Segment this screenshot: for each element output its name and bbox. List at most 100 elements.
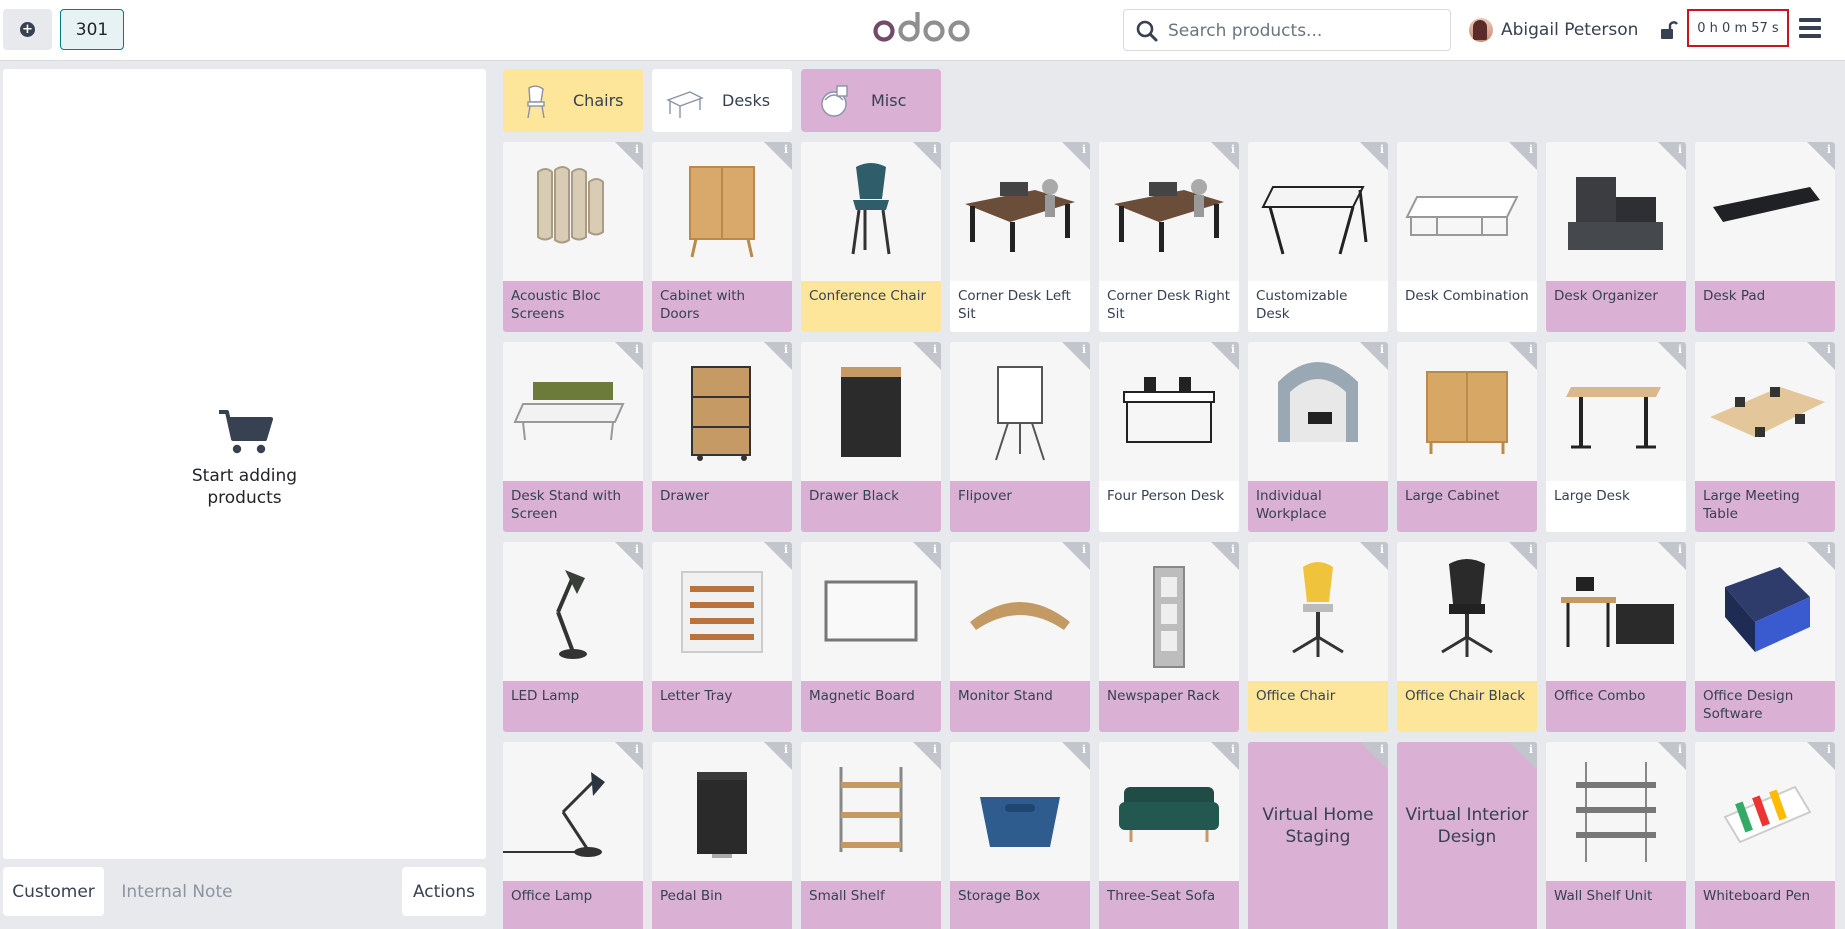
info-glyph: i [634,143,639,156]
product-card[interactable]: Virtual Home Staging i [1248,742,1388,929]
product-card[interactable]: Four Person Desk i [1099,342,1239,532]
customer-button[interactable]: Customer [3,867,104,916]
product-name: Flipover [950,481,1090,532]
product-name: Newspaper Rack [1099,681,1239,732]
info-glyph: i [1528,743,1533,756]
product-name: Desk Combination [1397,281,1537,332]
product-card[interactable]: Office Chair Black i [1397,542,1537,732]
session-timer: 0 h 0 m 57 s [1687,9,1789,47]
info-glyph: i [783,543,788,556]
product-card[interactable]: Small Shelf i [801,742,941,929]
user-menu[interactable]: Abigail Peterson [1469,17,1638,43]
info-glyph: i [1230,743,1235,756]
product-card[interactable]: Flipover i [950,342,1090,532]
product-name: Virtual Interior Design [1405,805,1529,847]
category-desks[interactable]: Desks [652,69,792,132]
info-glyph: i [1230,343,1235,356]
product-card[interactable]: Drawer i [652,342,792,532]
info-glyph: i [1677,543,1682,556]
info-glyph: i [634,743,639,756]
info-glyph: i [1230,543,1235,556]
product-name: Large Meeting Table [1695,481,1835,532]
info-glyph: i [1826,143,1831,156]
info-glyph: i [932,743,937,756]
product-name: Conference Chair [801,281,941,332]
info-glyph: i [1081,543,1086,556]
product-name: Storage Box [950,881,1090,929]
info-glyph: i [783,343,788,356]
info-glyph: i [1677,743,1682,756]
product-name: Office Lamp [503,881,643,929]
info-glyph: i [1081,743,1086,756]
info-glyph: i [1826,343,1831,356]
product-card[interactable]: Desk Organizer i [1546,142,1686,332]
product-card[interactable]: Office Combo i [1546,542,1686,732]
info-glyph: i [1379,543,1384,556]
product-name: Large Desk [1546,481,1686,532]
product-card[interactable]: Corner Desk Left Sit i [950,142,1090,332]
product-name: LED Lamp [503,681,643,732]
product-name: Drawer Black [801,481,941,532]
info-glyph: i [1528,543,1533,556]
info-glyph: i [932,343,937,356]
product-card[interactable]: Individual Workplace i [1248,342,1388,532]
info-glyph: i [634,343,639,356]
product-card[interactable]: Desk Stand with Screen i [503,342,643,532]
product-name: Office Chair [1248,681,1388,732]
info-glyph: i [1528,343,1533,356]
product-search[interactable] [1123,9,1451,51]
plus-icon: + [20,22,35,37]
product-card[interactable]: Whiteboard Pen i [1695,742,1835,929]
product-name: Acoustic Bloc Screens [503,281,643,332]
product-card[interactable]: Customizable Desk i [1248,142,1388,332]
product-name: Office Design Software [1695,681,1835,732]
product-card[interactable]: Newspaper Rack i [1099,542,1239,732]
product-card[interactable]: Pedal Bin i [652,742,792,929]
product-card[interactable]: LED Lamp i [503,542,643,732]
info-glyph: i [932,543,937,556]
order-tab[interactable]: 301 [60,9,124,50]
product-name: Individual Workplace [1248,481,1388,532]
info-glyph: i [1826,743,1831,756]
product-card[interactable]: Large Desk i [1546,342,1686,532]
product-card[interactable]: Cabinet with Doors i [652,142,792,332]
product-card[interactable]: Letter Tray i [652,542,792,732]
search-input[interactable] [1168,18,1438,44]
product-card[interactable]: Storage Box i [950,742,1090,929]
internal-note-button[interactable]: Internal Note [113,867,241,916]
product-name: Whiteboard Pen [1695,881,1835,929]
category-chairs[interactable]: Chairs [503,69,643,132]
product-card[interactable]: Desk Pad i [1695,142,1835,332]
product-card[interactable]: Office Lamp i [503,742,643,929]
category-misc[interactable]: Misc [801,69,941,132]
info-glyph: i [1379,343,1384,356]
product-name: Large Cabinet [1397,481,1537,532]
product-name: Monitor Stand [950,681,1090,732]
user-name: Abigail Peterson [1501,20,1639,40]
product-card[interactable]: Drawer Black i [801,342,941,532]
product-card[interactable]: Three-Seat Sofa i [1099,742,1239,929]
actions-button[interactable]: Actions [402,867,486,916]
new-order-button[interactable]: + [3,9,52,50]
product-card[interactable]: Monitor Stand i [950,542,1090,732]
product-name: Desk Pad [1695,281,1835,332]
product-card[interactable]: Office Design Software i [1695,542,1835,732]
desks-category-image [666,90,704,118]
product-name: Corner Desk Left Sit [950,281,1090,332]
product-card[interactable]: Desk Combination i [1397,142,1537,332]
product-card[interactable]: Office Chair i [1248,542,1388,732]
product-card[interactable]: Wall Shelf Unit i [1546,742,1686,929]
product-card[interactable]: Large Cabinet i [1397,342,1537,532]
product-name: Magnetic Board [801,681,941,732]
category-label: Chairs [573,91,624,110]
product-name: Small Shelf [801,881,941,929]
product-card[interactable]: Conference Chair i [801,142,941,332]
category-label: Misc [871,91,907,110]
product-card[interactable]: Corner Desk Right Sit i [1099,142,1239,332]
lock-icon[interactable] [1660,20,1678,40]
product-card[interactable]: Virtual Interior Design i [1397,742,1537,929]
menu-icon[interactable] [1799,18,1821,38]
product-card[interactable]: Magnetic Board i [801,542,941,732]
product-card[interactable]: Acoustic Bloc Screens i [503,142,643,332]
product-card[interactable]: Large Meeting Table i [1695,342,1835,532]
